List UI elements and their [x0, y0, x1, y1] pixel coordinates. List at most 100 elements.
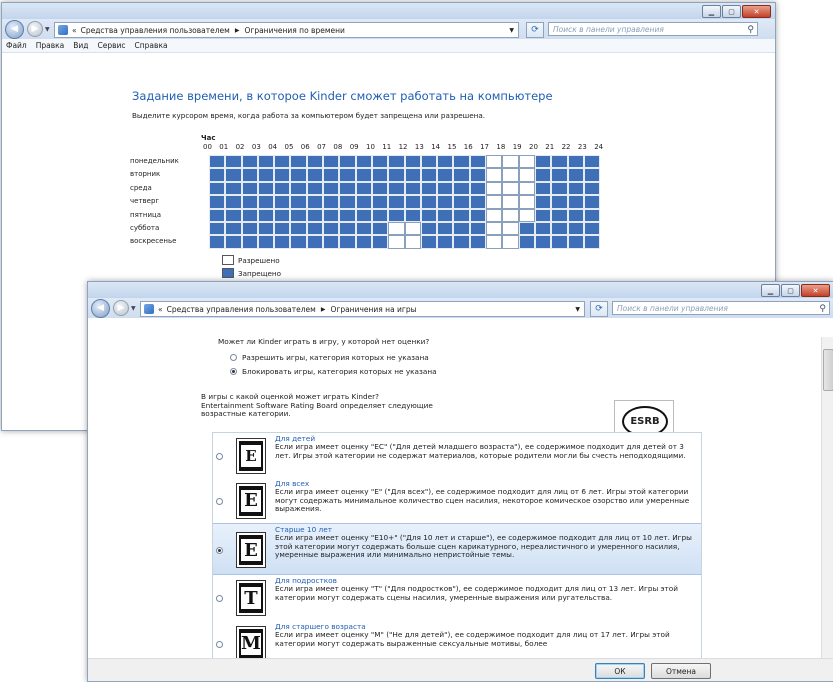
option-label[interactable]: Разрешить игры, категория которых не ука…: [242, 353, 429, 362]
schedule-cell[interactable]: [209, 208, 226, 222]
schedule-cell[interactable]: [225, 195, 242, 209]
search-icon[interactable]: ⚲: [819, 302, 826, 316]
schedule-cell[interactable]: [257, 181, 275, 196]
schedule-cell[interactable]: [437, 195, 454, 209]
schedule-cell[interactable]: [209, 168, 226, 182]
ok-button[interactable]: ОК: [595, 663, 645, 679]
schedule-cell[interactable]: [404, 168, 421, 182]
schedule-cell[interactable]: [551, 168, 568, 182]
rating-radio-button[interactable]: [216, 547, 223, 554]
schedule-cell[interactable]: [371, 195, 389, 209]
schedule-cell[interactable]: [567, 155, 584, 169]
schedule-cell[interactable]: [274, 195, 291, 209]
schedule-cell[interactable]: [518, 208, 535, 222]
schedule-cell[interactable]: [209, 195, 226, 209]
schedule-cell[interactable]: [274, 155, 291, 169]
schedule-cell[interactable]: [355, 168, 372, 182]
schedule-cell[interactable]: [404, 221, 421, 236]
schedule-cell[interactable]: [371, 181, 389, 196]
schedule-cell[interactable]: [583, 221, 601, 236]
rating-radio-button[interactable]: [216, 497, 223, 505]
schedule-cell[interactable]: [404, 181, 421, 196]
schedule-cell[interactable]: [583, 195, 601, 209]
schedule-cell[interactable]: [551, 155, 568, 169]
schedule-cell[interactable]: [453, 155, 470, 169]
schedule-cell[interactable]: [355, 181, 372, 196]
breadcrumb-overflow[interactable]: «: [72, 26, 77, 35]
schedule-cell[interactable]: [290, 181, 307, 196]
schedule-cell[interactable]: [388, 155, 405, 169]
schedule-cell[interactable]: [209, 181, 226, 196]
address-dropdown-icon[interactable]: ▼: [509, 27, 514, 34]
schedule-cell[interactable]: [567, 181, 584, 196]
schedule-cell[interactable]: [567, 221, 584, 236]
schedule-cell[interactable]: [534, 181, 552, 196]
rating-item[interactable]: M Для старшего возраста Если игра имеет оц…: [213, 621, 701, 658]
menu-tools[interactable]: Сервис: [98, 41, 126, 50]
schedule-cell[interactable]: [306, 168, 324, 182]
schedule-cell[interactable]: [567, 235, 584, 249]
minimize-button[interactable]: ▁: [702, 5, 721, 18]
schedule-cell[interactable]: [274, 181, 291, 196]
schedule-cell[interactable]: [437, 235, 454, 249]
schedule-cell[interactable]: [583, 235, 601, 249]
schedule-cell[interactable]: [551, 221, 568, 236]
schedule-cell[interactable]: [551, 181, 568, 196]
schedule-cell[interactable]: [209, 235, 226, 249]
schedule-cell[interactable]: [486, 195, 503, 209]
breadcrumb-separator-icon[interactable]: ▶: [235, 27, 240, 34]
schedule-cell[interactable]: [518, 195, 535, 209]
schedule-cell[interactable]: [323, 168, 340, 182]
schedule-cell[interactable]: [437, 168, 454, 182]
schedule-cell[interactable]: [274, 208, 291, 222]
schedule-cell[interactable]: [534, 168, 552, 182]
menu-file[interactable]: Файл: [6, 41, 27, 50]
radio-button[interactable]: [230, 354, 237, 361]
close-button[interactable]: ✕: [742, 5, 771, 18]
schedule-cell[interactable]: [274, 221, 291, 236]
schedule-cell[interactable]: [567, 208, 584, 222]
schedule-cell[interactable]: [355, 221, 372, 236]
schedule-cell[interactable]: [453, 208, 470, 222]
schedule-cell[interactable]: [453, 235, 470, 249]
schedule-cell[interactable]: [469, 155, 487, 169]
rating-radio-button[interactable]: [216, 640, 223, 648]
schedule-cell[interactable]: [420, 155, 438, 169]
schedule-cell[interactable]: [583, 181, 601, 196]
schedule-cell[interactable]: [437, 155, 454, 169]
schedule-cell[interactable]: [583, 155, 601, 169]
minimize-button[interactable]: ▁: [761, 284, 780, 297]
schedule-cell[interactable]: [502, 155, 519, 169]
schedule-cell[interactable]: [567, 195, 584, 209]
schedule-cell[interactable]: [388, 221, 405, 236]
radio-button-selected[interactable]: [230, 368, 237, 375]
schedule-cell[interactable]: [437, 208, 454, 222]
breadcrumb-item[interactable]: Средства управления пользователем: [167, 305, 316, 314]
menu-edit[interactable]: Правка: [36, 41, 65, 50]
rating-item[interactable]: E Старше 10 лет Если игра имеет оценку "E1…: [213, 523, 701, 575]
schedule-cell[interactable]: [453, 195, 470, 209]
schedule-cell[interactable]: [241, 221, 258, 236]
schedule-cell[interactable]: [469, 208, 487, 222]
schedule-cell[interactable]: [518, 235, 535, 249]
cancel-button[interactable]: Отмена: [651, 663, 711, 679]
schedule-cell[interactable]: [518, 221, 535, 236]
schedule-cell[interactable]: [502, 181, 519, 196]
schedule-cell[interactable]: [339, 235, 356, 249]
breadcrumb-item-current[interactable]: Ограничения на игры: [330, 305, 416, 314]
schedule-cell[interactable]: [339, 155, 356, 169]
schedule-cell[interactable]: [355, 208, 372, 222]
schedule-cell[interactable]: [371, 235, 389, 249]
recent-pages-dropdown-icon[interactable]: ▼: [131, 305, 136, 312]
schedule-cell[interactable]: [371, 155, 389, 169]
schedule-cell[interactable]: [290, 195, 307, 209]
rating-item[interactable]: E Для детей Если игра имеет оценку "EC" ("…: [213, 433, 701, 478]
schedule-cell[interactable]: [225, 221, 242, 236]
schedule-cell[interactable]: [420, 221, 438, 236]
schedule-cell[interactable]: [502, 208, 519, 222]
schedule-cell[interactable]: [437, 221, 454, 236]
schedule-cell[interactable]: [420, 181, 438, 196]
schedule-cell[interactable]: [453, 221, 470, 236]
schedule-cell[interactable]: [371, 221, 389, 236]
schedule-cell[interactable]: [290, 208, 307, 222]
